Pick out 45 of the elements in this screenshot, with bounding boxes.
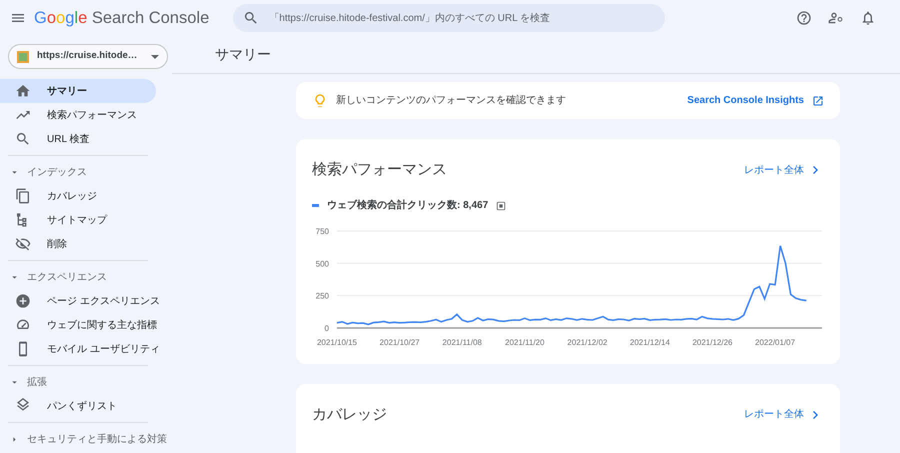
page-title: サマリー [172, 36, 900, 74]
card-title: 検索パフォーマンス [312, 160, 447, 180]
section-header[interactable]: インデックス [0, 160, 172, 184]
x-axis-label: 2021/12/02 [567, 338, 608, 346]
y-axis-label: 250 [316, 291, 329, 300]
x-axis-label: 2021/10/15 [316, 338, 358, 346]
x-axis-label: 2022/01/07 [755, 338, 796, 346]
full-report-link[interactable]: レポート全体 [744, 162, 824, 178]
insights-link[interactable]: Search Console Insights [687, 92, 824, 108]
x-axis-label: 2021/12/14 [630, 338, 670, 346]
search-console-logo: Google Search Console [34, 8, 210, 29]
y-axis-label: 750 [316, 226, 329, 236]
x-axis-label: 2021/11/08 [442, 338, 482, 346]
user-settings-icon[interactable] [828, 10, 844, 26]
legend-label: ウェブ検索の合計クリック数: 8,467 [327, 198, 488, 213]
nav-item[interactable]: モバイル ユーザビリティ [0, 337, 156, 361]
nav-item[interactable]: カバレッジ [0, 184, 156, 208]
y-axis-label: 0 [324, 324, 329, 332]
dropdown-caret-icon [151, 54, 159, 58]
search-icon [15, 131, 31, 147]
site-favicon [17, 50, 29, 62]
pages-icon [15, 188, 31, 204]
help-icon[interactable] [796, 10, 812, 26]
nav-item[interactable]: ウェブに関する主な指標 [0, 313, 156, 337]
search-field[interactable]: 「https://cruise.hitode-festival.com/」内のすべての URL を検査 [233, 4, 666, 32]
x-axis-label: 2021/10/27 [380, 338, 420, 346]
section-header[interactable]: 拡張 [0, 370, 172, 394]
home-icon [15, 83, 31, 99]
full-report-link[interactable]: レポート全体 [744, 406, 824, 423]
nav-item[interactable]: 削除 [0, 232, 156, 256]
nav-item[interactable]: パンくずリスト [0, 394, 156, 418]
nav-item[interactable]: URL 検査 [0, 127, 156, 151]
insight-message: 新しいコンテンツのパフォーマンスを確認できます [336, 94, 567, 108]
section-header[interactable]: セキュリティと手動による対策 [0, 427, 172, 451]
card-title: カバレッジ [312, 404, 387, 424]
x-axis-label: 2021/12/26 [692, 338, 732, 346]
notifications-icon[interactable] [860, 10, 876, 26]
x-axis-label: 2021/11/20 [505, 338, 544, 346]
nav-item[interactable]: 検索パフォーマンス [0, 103, 156, 127]
nav-item[interactable]: サマリー [0, 79, 156, 103]
nav-item[interactable]: サイトマップ [0, 208, 156, 232]
y-axis-label: 500 [316, 258, 329, 268]
hidden-icon [15, 236, 31, 252]
section-header[interactable]: エクスペリエンス [0, 265, 172, 289]
property-selector[interactable]: https://cruise.hitode… [8, 44, 168, 69]
